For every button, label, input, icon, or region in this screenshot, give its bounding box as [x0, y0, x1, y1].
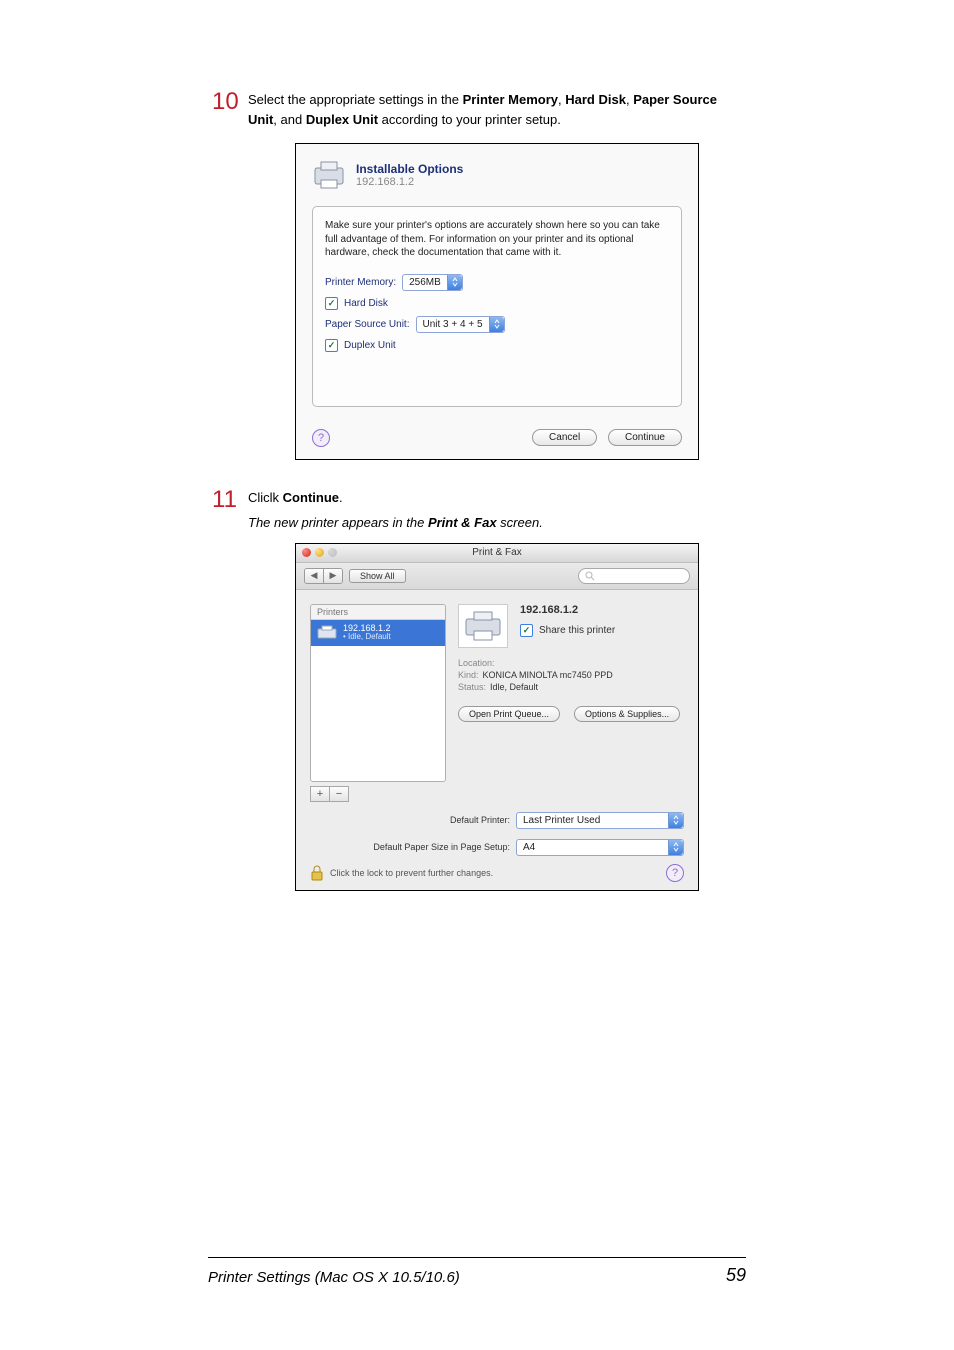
help-button[interactable]: ? — [312, 429, 330, 447]
step-number: 10 — [212, 90, 244, 114]
printer-preview-icon — [458, 604, 508, 648]
step-text: Select the appropriate settings in the P… — [248, 90, 746, 129]
help-button[interactable]: ? — [666, 864, 684, 882]
zoom-icon[interactable] — [328, 548, 337, 557]
open-print-queue-button[interactable]: Open Print Queue... — [458, 706, 560, 722]
lock-text[interactable]: Click the lock to prevent further change… — [330, 868, 493, 878]
step-10: 10 Select the appropriate settings in th… — [248, 90, 746, 129]
kind-label: Kind: — [458, 670, 479, 680]
printer-icon — [312, 158, 346, 192]
remove-printer-button[interactable]: − — [330, 786, 349, 802]
printer-icon — [317, 625, 337, 641]
step-11: 11 Cliclk Continue. The new printer appe… — [248, 488, 746, 533]
chevrons-icon — [489, 317, 504, 332]
chevrons-icon — [668, 840, 683, 855]
printer-memory-select[interactable]: 256MB — [402, 274, 463, 291]
lock-icon[interactable] — [310, 865, 324, 881]
paper-source-unit-label: Paper Source Unit: — [325, 319, 410, 330]
duplex-unit-checkbox[interactable]: ✓ — [325, 339, 338, 352]
paper-source-unit-select[interactable]: Unit 3 + 4 + 5 — [416, 316, 505, 333]
print-and-fax-window: Print & Fax ◀ ▶ Show All Printers — [295, 543, 699, 891]
continue-button[interactable]: Continue — [608, 429, 682, 446]
chevrons-icon — [668, 813, 683, 828]
share-printer-label: Share this printer — [539, 625, 615, 636]
hard-disk-checkbox[interactable]: ✓ — [325, 297, 338, 310]
nav-buttons[interactable]: ◀ ▶ — [304, 568, 343, 584]
default-paper-size-label: Default Paper Size in Page Setup: — [373, 842, 510, 852]
window-controls[interactable] — [302, 548, 337, 557]
dialog-title: Installable Options — [356, 162, 463, 176]
default-paper-size-select[interactable]: A4 — [516, 839, 684, 856]
dialog-subtitle: 192.168.1.2 — [356, 176, 463, 188]
default-printer-label: Default Printer: — [450, 815, 510, 825]
window-title: Print & Fax — [472, 547, 521, 558]
dialog-description: Make sure your printer's options are acc… — [325, 219, 669, 260]
printers-list[interactable]: Printers 192.168.1.2 • Idle, Default — [310, 604, 446, 782]
close-icon[interactable] — [302, 548, 311, 557]
back-button[interactable]: ◀ — [305, 569, 323, 583]
hard-disk-label: Hard Disk — [344, 298, 388, 309]
forward-button[interactable]: ▶ — [323, 569, 342, 583]
installable-options-dialog: Installable Options 192.168.1.2 Make sur… — [295, 143, 699, 460]
status-value: Idle, Default — [490, 682, 538, 692]
search-icon — [585, 571, 595, 581]
window-titlebar: Print & Fax — [296, 544, 698, 563]
footer-title: Printer Settings (Mac OS X 10.5/10.6) — [208, 1269, 460, 1286]
cancel-button[interactable]: Cancel — [532, 429, 597, 446]
step-note: The new printer appears in the Print & F… — [248, 513, 543, 533]
step-number: 11 — [212, 488, 244, 512]
add-printer-button[interactable]: + — [310, 786, 330, 802]
list-item[interactable]: 192.168.1.2 • Idle, Default — [311, 620, 445, 647]
options-supplies-button[interactable]: Options & Supplies... — [574, 706, 680, 722]
printers-header: Printers — [311, 605, 445, 620]
show-all-button[interactable]: Show All — [349, 569, 406, 583]
footer-divider — [208, 1257, 746, 1258]
minimize-icon[interactable] — [315, 548, 324, 557]
search-input[interactable] — [578, 568, 690, 584]
printer-memory-label: Printer Memory: — [325, 277, 396, 288]
step-text: Cliclk Continue. The new printer appears… — [248, 488, 543, 533]
default-printer-select[interactable]: Last Printer Used — [516, 812, 684, 829]
duplex-unit-label: Duplex Unit — [344, 340, 396, 351]
chevrons-icon — [447, 275, 462, 290]
printer-status: • Idle, Default — [343, 633, 391, 642]
share-printer-checkbox[interactable]: ✓ — [520, 624, 533, 637]
status-label: Status: — [458, 682, 486, 692]
location-label: Location: — [458, 658, 495, 668]
kind-value: KONICA MINOLTA mc7450 PPD — [483, 670, 613, 680]
options-box: Make sure your printer's options are acc… — [312, 206, 682, 407]
selected-printer-name: 192.168.1.2 — [520, 604, 615, 616]
page-number: 59 — [726, 1265, 746, 1286]
